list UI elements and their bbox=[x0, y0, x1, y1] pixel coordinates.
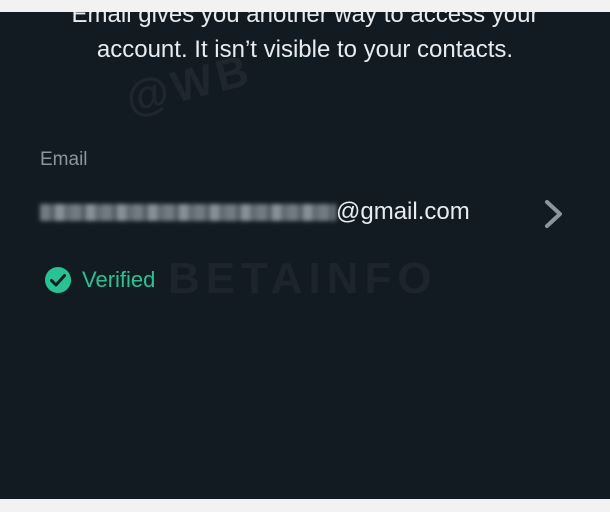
bottom-strip bbox=[0, 499, 610, 512]
top-strip bbox=[0, 0, 610, 12]
email-domain: @gmail.com bbox=[336, 198, 470, 225]
verified-label: Verified bbox=[82, 267, 156, 292]
watermark-text: BETAINFO bbox=[168, 254, 438, 304]
verification-status: Verified bbox=[44, 265, 155, 295]
chevron-right-icon[interactable] bbox=[536, 197, 570, 231]
email-local-part-redacted bbox=[40, 204, 336, 221]
email-settings-screen: Email gives you another way to access yo… bbox=[0, 12, 610, 499]
email-description: Email gives you another way to access yo… bbox=[71, 12, 539, 63]
email-address-row[interactable]: @gmail.com bbox=[40, 194, 570, 234]
check-circle-icon bbox=[45, 267, 71, 293]
email-label: Email bbox=[40, 149, 88, 170]
